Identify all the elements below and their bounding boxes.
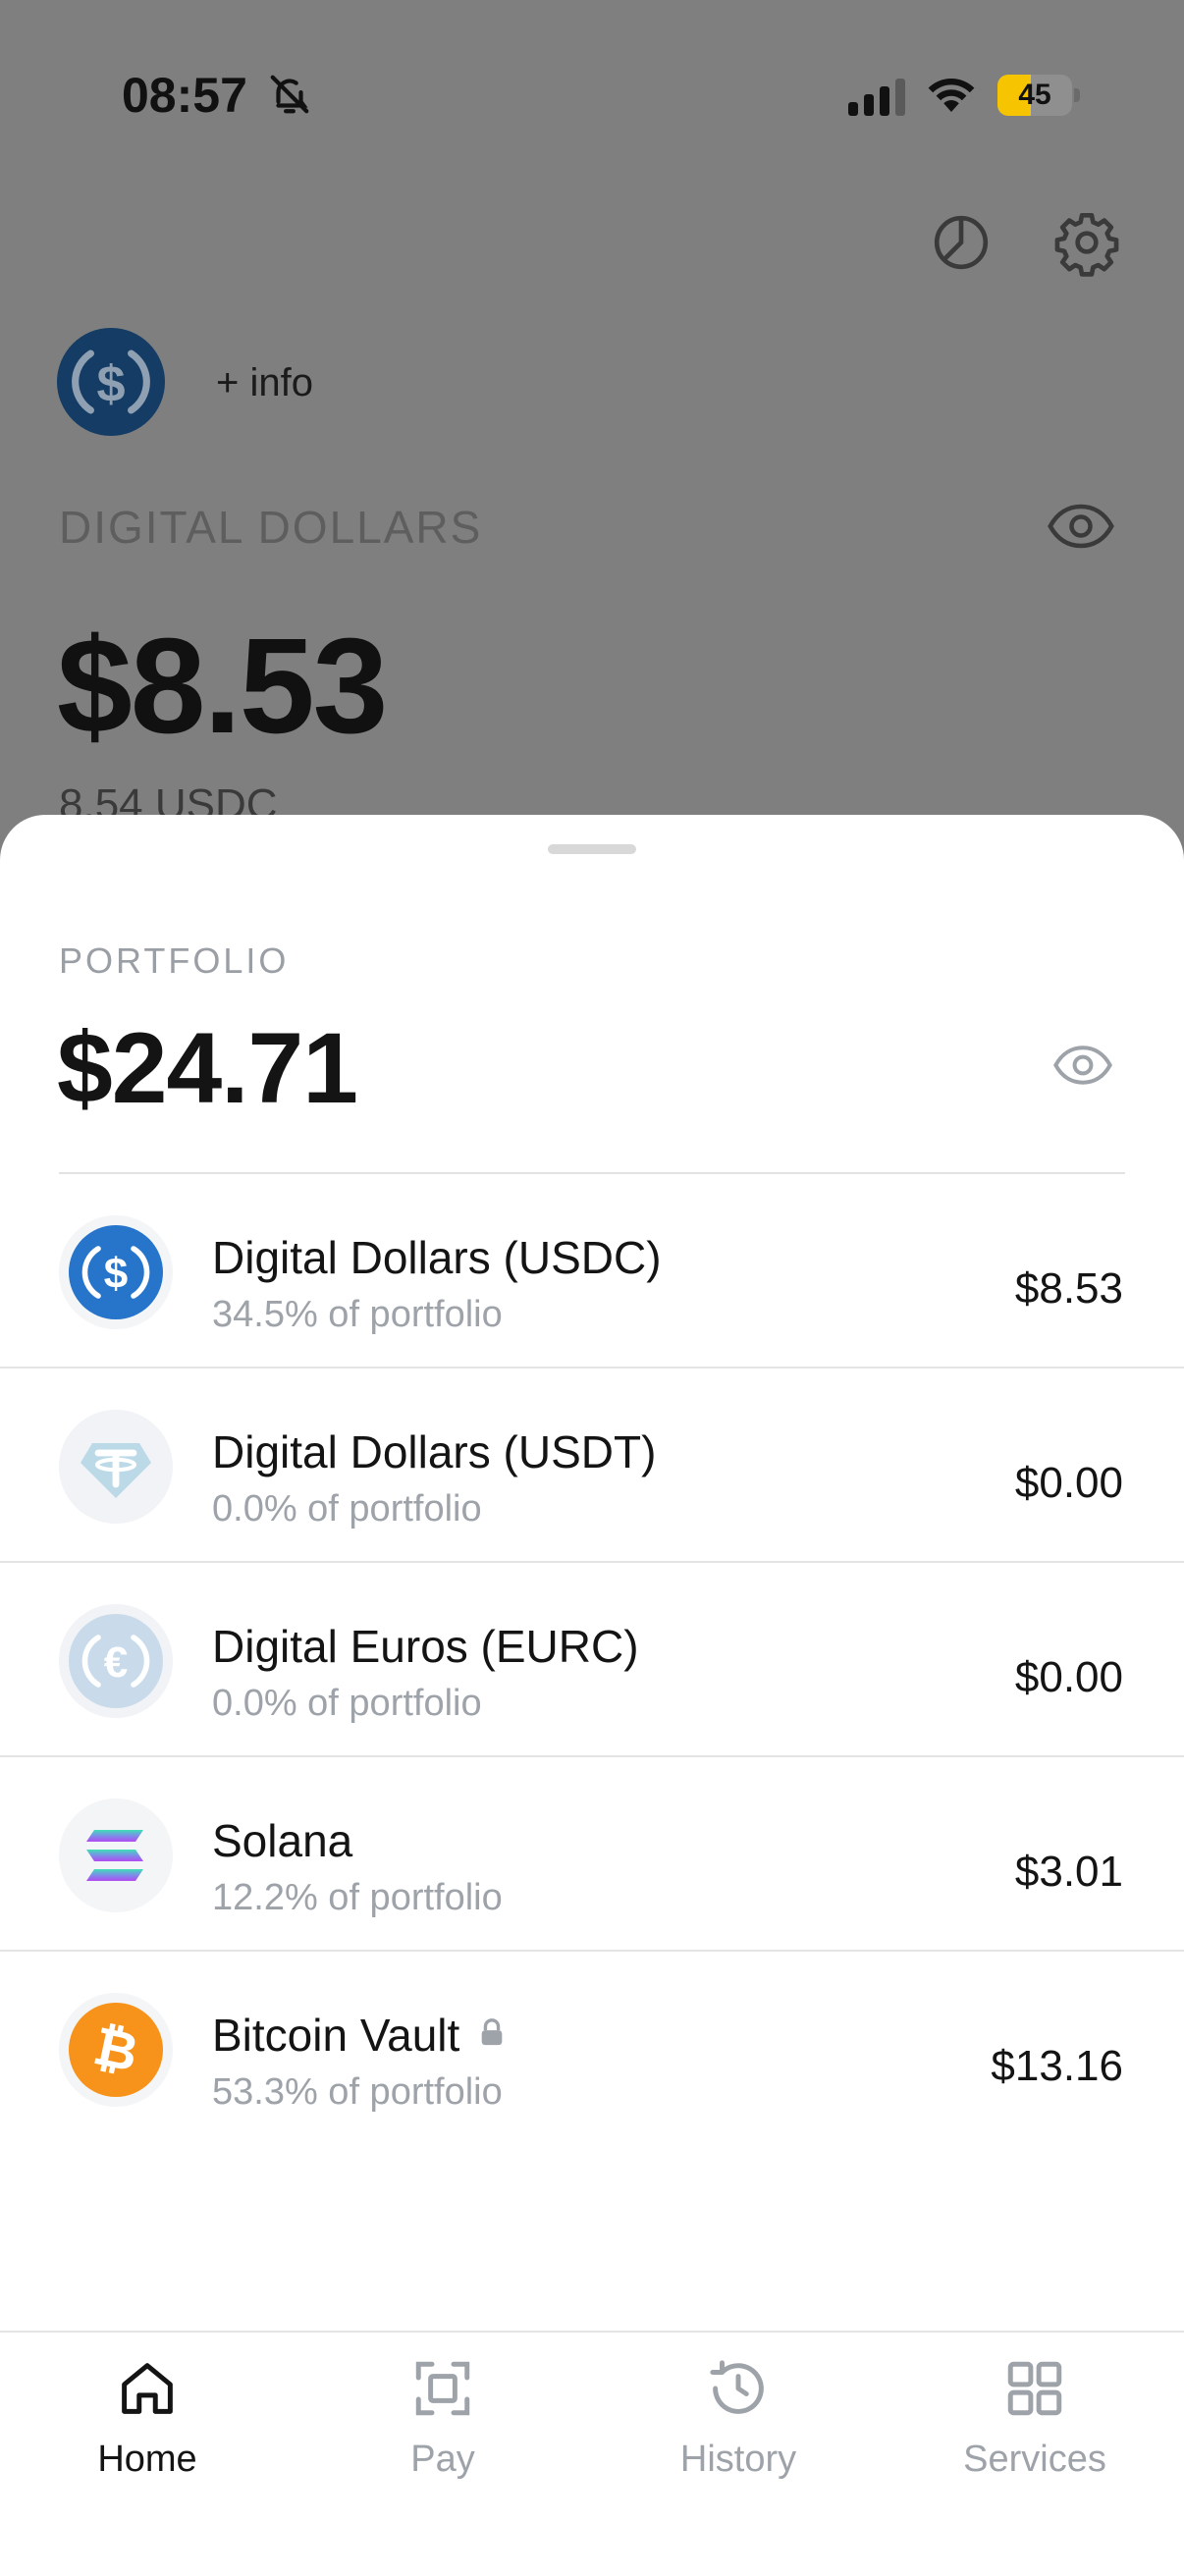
asset-value: $8.53 [1014,1264,1123,1313]
svg-text:$: $ [104,1250,128,1298]
cell-signal-icon [848,79,905,116]
asset-name: Solana [212,1815,353,1866]
asset-name: Digital Dollars (USDC) [212,1232,662,1283]
asset-row-solana[interactable]: Solana 12.2% of portfolio $3.01 [0,1757,1184,1952]
eye-icon[interactable] [1047,501,1115,552]
bitcoin-icon: ₿ [59,1993,173,2107]
usdc-coin-icon: $ [57,328,165,436]
battery-percent: 45 [1018,79,1051,111]
nav-label: Home [97,2439,197,2480]
asset-row-usdt[interactable]: Digital Dollars (USDT) 0.0% of portfolio… [0,1368,1184,1563]
portfolio-total: $24.71 [57,1012,358,1124]
nav-home[interactable]: Home [20,2356,275,2481]
info-link[interactable]: + info [216,361,313,405]
bell-muted-icon [270,75,309,114]
solana-icon [59,1798,173,1912]
lock-icon [481,2018,503,2046]
grid-icon [1007,2361,1062,2416]
asset-name-text: Bitcoin Vault [212,2010,460,2061]
status-time: 08:57 [122,68,247,123]
asset-row-usdc[interactable]: $ Digital Dollars (USDC) 34.5% of portfo… [0,1174,1184,1368]
battery-tip [1074,88,1080,102]
battery-body: 45 [997,75,1072,116]
gear-icon[interactable] [1052,208,1121,277]
svg-text:€: € [104,1638,128,1687]
asset-value: $13.16 [991,2042,1123,2090]
portfolio-sheet: PORTFOLIO $24.71 $ Digital Dollars (USDC… [0,815,1184,2574]
asset-share: 34.5% of portfolio [212,1294,503,1335]
asset-name: Bitcoin Vault [212,2009,507,2062]
usdc-icon: $ [59,1215,173,1329]
asset-name: Digital Euros (EURC) [212,1621,639,1672]
account-balance: $8.53 [57,611,388,762]
battery-indicator: 45 [997,75,1080,116]
pie-chart-icon[interactable] [927,208,996,277]
asset-value: $3.01 [1014,1848,1123,1896]
nav-label: Pay [410,2439,475,2480]
asset-share: 53.3% of portfolio [212,2071,503,2113]
nav-history[interactable]: History [611,2356,866,2481]
nav-label: Services [963,2439,1106,2480]
nav-pay[interactable]: Pay [315,2356,570,2481]
scan-icon [415,2361,470,2416]
asset-list: $ Digital Dollars (USDC) 34.5% of portfo… [0,1174,1184,2144]
asset-name: Digital Dollars (USDT) [212,1426,657,1477]
nav-label: History [679,2439,797,2480]
account-label: DIGITAL DOLLARS [59,502,483,553]
asset-row-eurc[interactable]: € Digital Euros (EURC) 0.0% of portfolio… [0,1563,1184,1757]
asset-share: 12.2% of portfolio [212,1877,503,1918]
asset-row-bitcoin-vault[interactable]: ₿ Bitcoin Vault 53.3% of portfolio $13.1… [0,1952,1184,2144]
asset-value: $0.00 [1014,1653,1123,1701]
usdt-icon [59,1410,173,1524]
svg-text:$: $ [96,355,125,412]
history-icon [710,2360,764,2414]
eurc-icon: € [59,1604,173,1718]
home-icon [122,2363,173,2414]
asset-share: 0.0% of portfolio [212,1683,482,1724]
asset-share: 0.0% of portfolio [212,1488,482,1530]
bottom-nav: Home Pay History Services [0,2331,1184,2576]
eye-icon[interactable] [1052,1043,1113,1088]
nav-services[interactable]: Services [907,2356,1162,2481]
asset-value: $0.00 [1014,1459,1123,1507]
wifi-icon [928,78,975,112]
sheet-drag-handle[interactable] [548,844,636,854]
portfolio-label: PORTFOLIO [59,940,290,981]
